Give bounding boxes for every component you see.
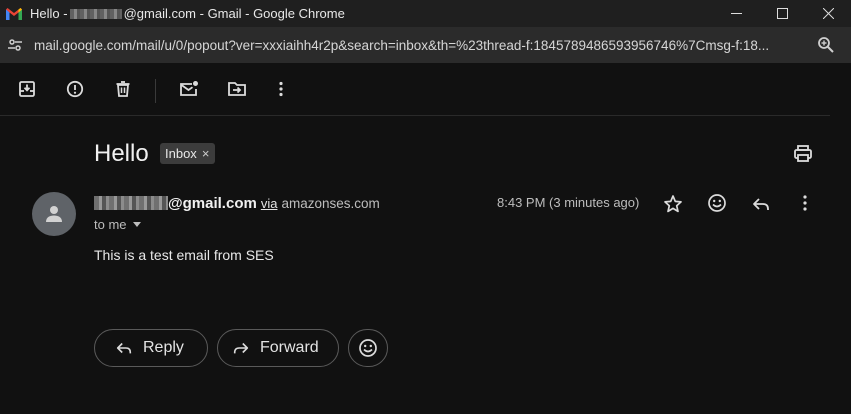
star-icon[interactable] xyxy=(663,194,683,214)
archive-button[interactable] xyxy=(17,79,37,99)
site-settings-icon xyxy=(8,39,22,51)
person-icon xyxy=(46,206,62,222)
email-subject: Hello xyxy=(94,140,149,167)
sender-line: @gmail.com via amazonses.com xyxy=(94,194,380,212)
close-icon xyxy=(822,8,834,19)
reply-label: Reply xyxy=(143,339,184,356)
redacted-email xyxy=(69,8,122,19)
window-title-suffix: @gmail.com - Gmail - Google Chrome xyxy=(123,6,345,21)
toolbar-divider xyxy=(155,79,156,103)
reply-button[interactable]: Reply xyxy=(94,329,208,367)
window-controls xyxy=(713,0,851,27)
chevron-down-icon xyxy=(132,222,141,227)
emoji-icon xyxy=(359,339,377,357)
close-button[interactable] xyxy=(805,0,851,27)
maximize-button[interactable] xyxy=(759,0,805,27)
more-options-icon xyxy=(279,81,283,97)
recipient-text: to me xyxy=(94,217,127,232)
sender-email[interactable]: @gmail.com xyxy=(168,195,257,212)
minimize-button[interactable] xyxy=(713,0,759,27)
delete-button[interactable] xyxy=(113,79,133,99)
forward-button[interactable]: Forward xyxy=(217,329,339,367)
window-title: Hello - @gmail.com - Gmail - Google Chro… xyxy=(30,6,345,21)
report-spam-icon xyxy=(66,80,84,98)
move-to-button[interactable] xyxy=(227,79,247,99)
report-spam-button[interactable] xyxy=(65,79,85,99)
url-field[interactable]: mail.google.com/mail/u/0/popout?ver=xxxi… xyxy=(34,38,804,53)
zoom-icon[interactable] xyxy=(817,36,835,54)
more-options-button[interactable] xyxy=(271,79,291,99)
minimize-icon xyxy=(730,13,742,14)
reply-icon xyxy=(116,342,132,354)
forward-icon xyxy=(233,342,249,354)
emoji-reaction-icon[interactable] xyxy=(707,193,727,213)
gmail-logo-icon xyxy=(6,7,22,20)
site-info-button[interactable] xyxy=(6,36,24,54)
via-domain: amazonses.com xyxy=(281,196,380,211)
address-bar: mail.google.com/mail/u/0/popout?ver=xxxi… xyxy=(0,27,851,63)
mark-unread-button[interactable] xyxy=(179,79,199,99)
window-titlebar: Hello - @gmail.com - Gmail - Google Chro… xyxy=(0,0,851,27)
window-title-prefix: Hello - xyxy=(30,6,68,21)
email-timestamp: 8:43 PM (3 minutes ago) xyxy=(497,195,640,210)
more-vert-icon[interactable] xyxy=(795,193,815,213)
toolbar-separator xyxy=(0,115,830,116)
mark-unread-icon xyxy=(180,81,198,96)
remove-label-button[interactable]: × xyxy=(202,146,210,161)
reply-icon[interactable] xyxy=(751,194,771,214)
message-toolbar xyxy=(0,63,851,115)
inbox-label-chip: Inbox × xyxy=(160,143,216,164)
recipient-details[interactable]: to me xyxy=(94,217,141,232)
forward-label: Forward xyxy=(260,339,319,356)
via-link[interactable]: via xyxy=(261,196,278,211)
sender-avatar[interactable] xyxy=(32,192,76,236)
maximize-icon xyxy=(776,8,788,19)
print-icon[interactable] xyxy=(793,144,813,164)
archive-icon xyxy=(19,81,35,97)
delete-icon xyxy=(116,81,130,97)
add-reaction-button[interactable] xyxy=(348,329,388,367)
label-text: Inbox xyxy=(165,146,197,161)
email-body: This is a test email from SES xyxy=(94,247,274,263)
move-to-icon xyxy=(228,82,246,96)
redacted-sender-name xyxy=(94,196,168,210)
